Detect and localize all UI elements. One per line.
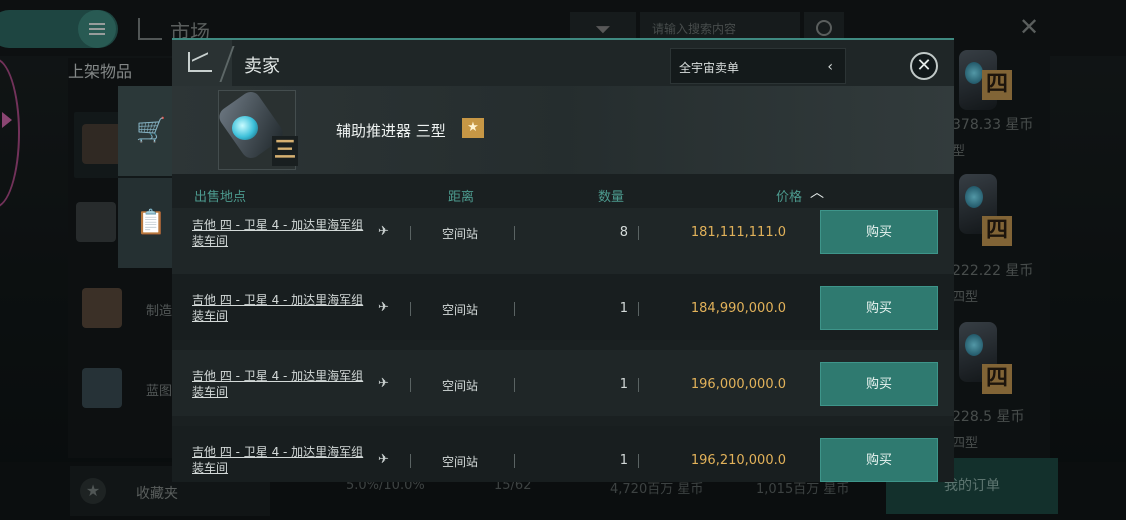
price-value: 196,210,000.0 bbox=[690, 453, 786, 468]
ship-icon[interactable]: ✈ bbox=[378, 452, 389, 467]
divider bbox=[410, 226, 411, 240]
quantity-value: 1 bbox=[619, 453, 628, 468]
thruster-lens bbox=[232, 116, 258, 140]
table-row: 吉他 四 - 卫星 4 - 加达里海军组装车间 ✈ 空间站 1 196,000,… bbox=[172, 350, 954, 416]
distance-value: 空间站 bbox=[442, 227, 479, 241]
chevron-up-icon[interactable]: ︿ bbox=[810, 182, 824, 202]
quantity-value: 8 bbox=[619, 225, 628, 240]
cart-icon: 🛒 bbox=[136, 116, 166, 144]
price-value: 181,111,111.0 bbox=[690, 225, 786, 240]
price-value: 184,990,000.0 bbox=[690, 301, 786, 316]
table-row: 吉他 四 - 卫星 4 - 加达里海军组装车间 ✈ 空间站 1 196,210,… bbox=[172, 426, 954, 482]
distance-value: 空间站 bbox=[442, 455, 479, 469]
divider bbox=[410, 302, 411, 316]
divider bbox=[638, 378, 639, 392]
clipboard-icon: 📋 bbox=[136, 208, 166, 236]
distance-value: 空间站 bbox=[442, 303, 479, 317]
column-header-quantity[interactable]: 数量 bbox=[598, 186, 624, 205]
divider bbox=[638, 226, 639, 240]
dialog-title: 卖家 bbox=[244, 56, 280, 77]
buy-button[interactable]: 购买 bbox=[820, 286, 938, 330]
sell-location-link[interactable]: 吉他 四 - 卫星 4 - 加达里海军组装车间 bbox=[192, 217, 372, 249]
divider bbox=[410, 454, 411, 468]
chevron-left-icon: ‹ bbox=[827, 59, 833, 75]
tab-order-list[interactable]: 📋 bbox=[118, 178, 172, 268]
item-banner: 三 辅助推进器 三型 ★ bbox=[172, 86, 954, 174]
column-header-distance[interactable]: 距离 bbox=[448, 186, 474, 205]
tier-badge: 三 bbox=[272, 136, 298, 166]
ship-icon[interactable]: ✈ bbox=[378, 300, 389, 315]
buy-button[interactable]: 购买 bbox=[820, 362, 938, 406]
divider bbox=[638, 302, 639, 316]
quantity-value: 1 bbox=[619, 301, 628, 316]
tab-sell-orders[interactable]: 🛒 bbox=[118, 86, 172, 176]
divider bbox=[514, 378, 515, 392]
buy-button[interactable]: 购买 bbox=[820, 438, 938, 482]
divider bbox=[514, 454, 515, 468]
divider bbox=[514, 302, 515, 316]
chart-line-icon bbox=[172, 40, 232, 86]
table-row: 吉他 四 - 卫星 4 - 加达里海军组装车间 ✈ 空间站 1 184,990,… bbox=[172, 274, 954, 340]
sell-location-link[interactable]: 吉他 四 - 卫星 4 - 加达里海军组装车间 bbox=[192, 292, 372, 324]
scope-select-value: 全宇宙卖单 bbox=[679, 61, 740, 75]
divider bbox=[514, 226, 515, 240]
close-icon[interactable]: ✕ bbox=[910, 52, 938, 80]
sell-location-link[interactable]: 吉他 四 - 卫星 4 - 加达里海军组装车间 bbox=[192, 444, 372, 476]
sell-location-link[interactable]: 吉他 四 - 卫星 4 - 加达里海军组装车间 bbox=[192, 368, 372, 400]
divider bbox=[410, 378, 411, 392]
sellers-dialog: 卖家 全宇宙卖单 ‹ ✕ 三 辅助推进器 三型 ★ 出售地点 距离 数量 价格 … bbox=[172, 38, 954, 482]
buy-button[interactable]: 购买 bbox=[820, 210, 938, 254]
item-name: 辅助推进器 三型 bbox=[336, 122, 446, 140]
quantity-value: 1 bbox=[619, 377, 628, 392]
ship-icon[interactable]: ✈ bbox=[378, 224, 389, 239]
ship-icon[interactable]: ✈ bbox=[378, 376, 389, 391]
divider bbox=[638, 454, 639, 468]
distance-value: 空间站 bbox=[442, 379, 479, 393]
column-header-price[interactable]: 价格 bbox=[776, 186, 802, 205]
scope-select[interactable]: 全宇宙卖单 ‹ bbox=[670, 48, 846, 84]
column-header-location[interactable]: 出售地点 bbox=[194, 186, 246, 205]
table-row: 吉他 四 - 卫星 4 - 加达里海军组装车间 ✈ 空间站 8 181,111,… bbox=[172, 208, 954, 274]
price-value: 196,000,000.0 bbox=[690, 377, 786, 392]
favorite-star-icon[interactable]: ★ bbox=[462, 118, 484, 138]
